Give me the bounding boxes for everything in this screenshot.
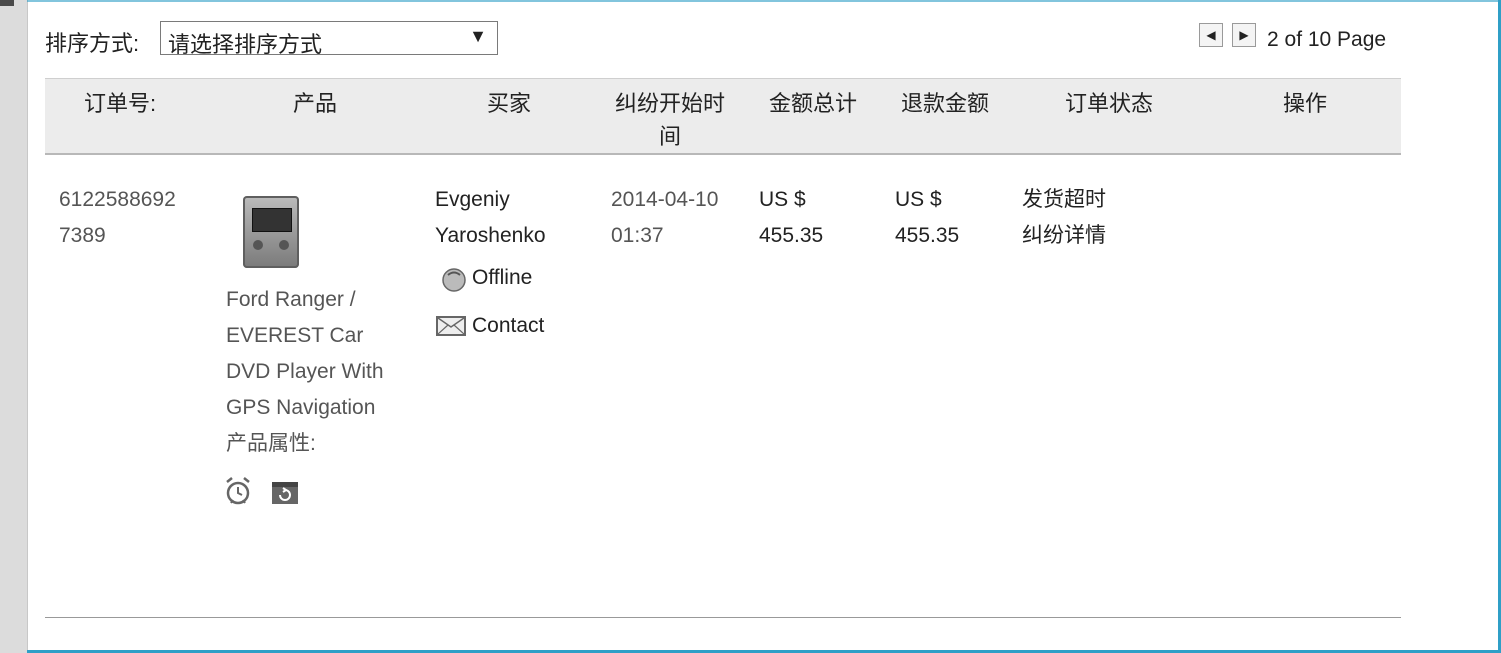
header-dispute-start-line1: 纠纷开始时 <box>614 91 725 116</box>
header-product: 产品 <box>292 91 337 116</box>
buyer-first-name: Evgeniy <box>435 188 510 211</box>
product-thumbnail-knob <box>253 240 263 250</box>
alarm-clock-icon[interactable] <box>224 476 252 506</box>
dispute-details-link[interactable]: 纠纷详情 <box>1022 218 1106 254</box>
product-title-link[interactable]: Ford Ranger / EVEREST Car DVD Player Wit… <box>226 282 384 462</box>
refund-currency: US $ <box>895 188 942 211</box>
product-title-line: DVD Player With <box>226 360 384 383</box>
contact-link[interactable]: Contact <box>472 308 544 344</box>
sort-label: 排序方式: <box>45 31 140 56</box>
dispute-start-time: 2014-04-10 01:37 <box>611 182 718 254</box>
total-value: 455.35 <box>759 224 824 247</box>
order-number: 6122588692 7389 <box>59 182 176 254</box>
left-scroll-strip <box>0 0 28 653</box>
chat-offline-icon <box>442 268 466 292</box>
mail-icon[interactable] <box>436 316 466 336</box>
header-actions: 操作 <box>1282 91 1327 116</box>
buyer-name-link[interactable]: Evgeniy Yaroshenko <box>435 182 546 254</box>
product-thumbnail-knob <box>279 240 289 250</box>
header-total-amount: 金额总计 <box>768 91 857 116</box>
product-thumbnail-screen <box>252 208 292 232</box>
dispute-start-date: 2014-04-10 <box>611 188 719 211</box>
table-bottom-divider <box>45 617 1401 618</box>
refund-value: 455.35 <box>895 224 960 247</box>
header-buyer: 买家 <box>486 91 531 116</box>
buyer-status: Offline <box>472 266 533 289</box>
order-status-text: 发货超时 <box>1022 188 1106 211</box>
header-refund-amount: 退款金额 <box>900 91 989 116</box>
header-order-no: 订单号: <box>83 91 157 116</box>
prev-page-icon[interactable]: ◀ <box>1199 23 1223 47</box>
product-title-line: Ford Ranger / <box>226 288 356 311</box>
order-status: 发货超时 纠纷详情 <box>1022 182 1106 254</box>
product-title-line: EVEREST Car <box>226 324 364 347</box>
header-order-status: 订单状态 <box>1064 91 1153 116</box>
buyer-last-name: Yaroshenko <box>435 224 546 247</box>
product-thumbnail[interactable] <box>243 196 299 268</box>
page-indicator: 2 of 10 Page <box>1267 28 1387 51</box>
left-strip-cap <box>0 0 14 6</box>
window-top-edge <box>27 0 1501 2</box>
header-dispute-start-line2: 间 <box>658 124 681 149</box>
calendar-refresh-icon[interactable] <box>270 478 300 506</box>
chevron-down-icon: ▼ <box>469 26 487 46</box>
sort-select[interactable]: 请选择排序方式 ▼ <box>160 21 498 57</box>
order-number-line1: 6122588692 <box>59 188 176 211</box>
order-number-line2: 7389 <box>59 224 106 247</box>
total-currency: US $ <box>759 188 806 211</box>
dispute-start-clock: 01:37 <box>611 224 664 247</box>
total-amount: US $ 455.35 <box>759 182 823 254</box>
product-title-line: GPS Navigation <box>226 396 376 419</box>
table-header: 订单号: 产品 买家 纠纷开始时 间 金额总计 退款金额 订单状态 操作 <box>45 78 1401 155</box>
next-page-icon[interactable]: ▶ <box>1232 23 1256 47</box>
sort-select-value: 请选择排序方式 <box>168 32 323 57</box>
product-attributes-label: 产品属性: <box>226 432 316 455</box>
header-dispute-start-time: 纠纷开始时 间 <box>605 87 735 153</box>
refund-amount: US $ 455.35 <box>895 182 959 254</box>
